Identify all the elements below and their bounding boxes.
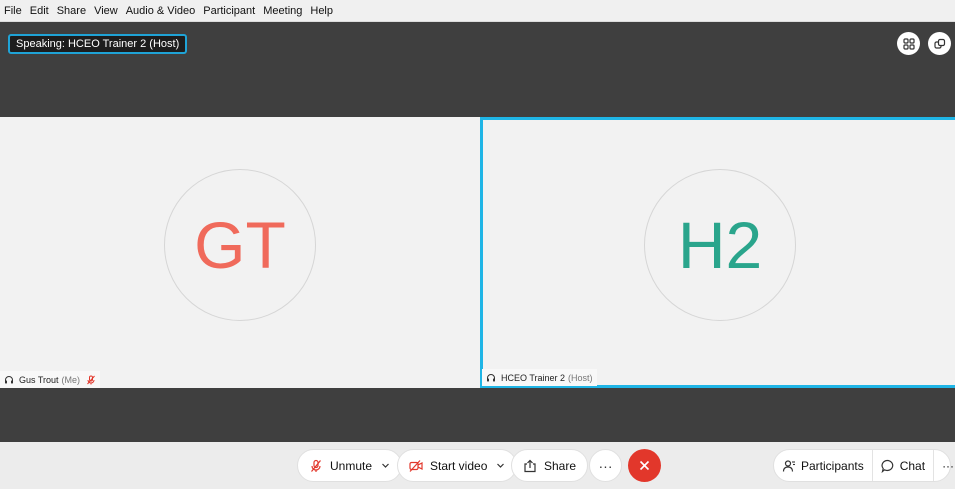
muted-mic-icon [311,459,321,472]
menu-file[interactable]: File [4,5,22,17]
panel-buttons-group: Participants Chat ··· [773,449,954,482]
speaking-indicator: Speaking: HCEO Trainer 2 (Host) [8,34,188,54]
popout-icon [933,38,945,49]
participants-icon [782,459,795,472]
menu-share[interactable]: Share [57,5,86,17]
more-options-button[interactable]: ··· [589,449,622,482]
menu-help[interactable]: Help [310,5,333,17]
unmute-button[interactable]: Unmute [297,449,403,482]
chevron-down-icon[interactable] [381,461,390,470]
menu-meeting[interactable]: Meeting [263,5,302,17]
participant-role: (Host) [568,372,593,383]
muted-mic-icon [87,375,95,384]
chat-icon [881,459,894,473]
participant-name: Gus Trout [19,374,59,385]
participants-button[interactable]: Participants [774,450,873,481]
chat-label: Chat [899,458,926,473]
headset-icon [5,375,13,383]
start-video-label: Start video [430,458,488,473]
popout-button[interactable] [928,32,951,55]
participant-tile-hceo-trainer-2[interactable]: H2 HCEO Trainer 2 (Host) [480,117,955,388]
share-button[interactable]: Share [511,449,589,482]
unmute-label: Unmute [330,458,373,473]
avatar: H2 [644,169,796,321]
start-video-button[interactable]: Start video [397,449,518,482]
avatar: GT [164,169,316,321]
computer-audio-icon [487,373,495,381]
participant-tile-gus-trout[interactable]: GT Gus Trout (Me) [0,117,480,388]
video-off-icon [409,459,423,472]
meeting-controls-bar: Unmute Start video Share ··· Participant… [0,442,955,489]
participant-name: HCEO Trainer 2 [501,372,566,383]
participant-name-tag: HCEO Trainer 2 (Host) [482,369,597,386]
grid-layout-button[interactable] [897,32,920,55]
menu-audio-video[interactable]: Audio & Video [126,5,196,17]
share-label: Share [544,458,577,473]
more-panels-button[interactable]: ··· [934,450,955,481]
menu-participant[interactable]: Participant [203,5,255,17]
chevron-down-icon[interactable] [496,461,505,470]
menu-view[interactable]: View [94,5,118,17]
menu-bar: File Edit Share View Audio & Video Parti… [0,0,955,22]
participants-label: Participants [801,458,864,473]
close-icon [639,460,650,471]
share-icon [524,459,536,472]
participant-name-tag: Gus Trout (Me) [0,371,101,388]
chat-button[interactable]: Chat [873,450,935,481]
participant-role: (Me) [61,374,81,385]
end-meeting-button[interactable] [628,449,661,482]
grid-layout-icon [902,37,915,50]
menu-edit[interactable]: Edit [30,5,49,17]
